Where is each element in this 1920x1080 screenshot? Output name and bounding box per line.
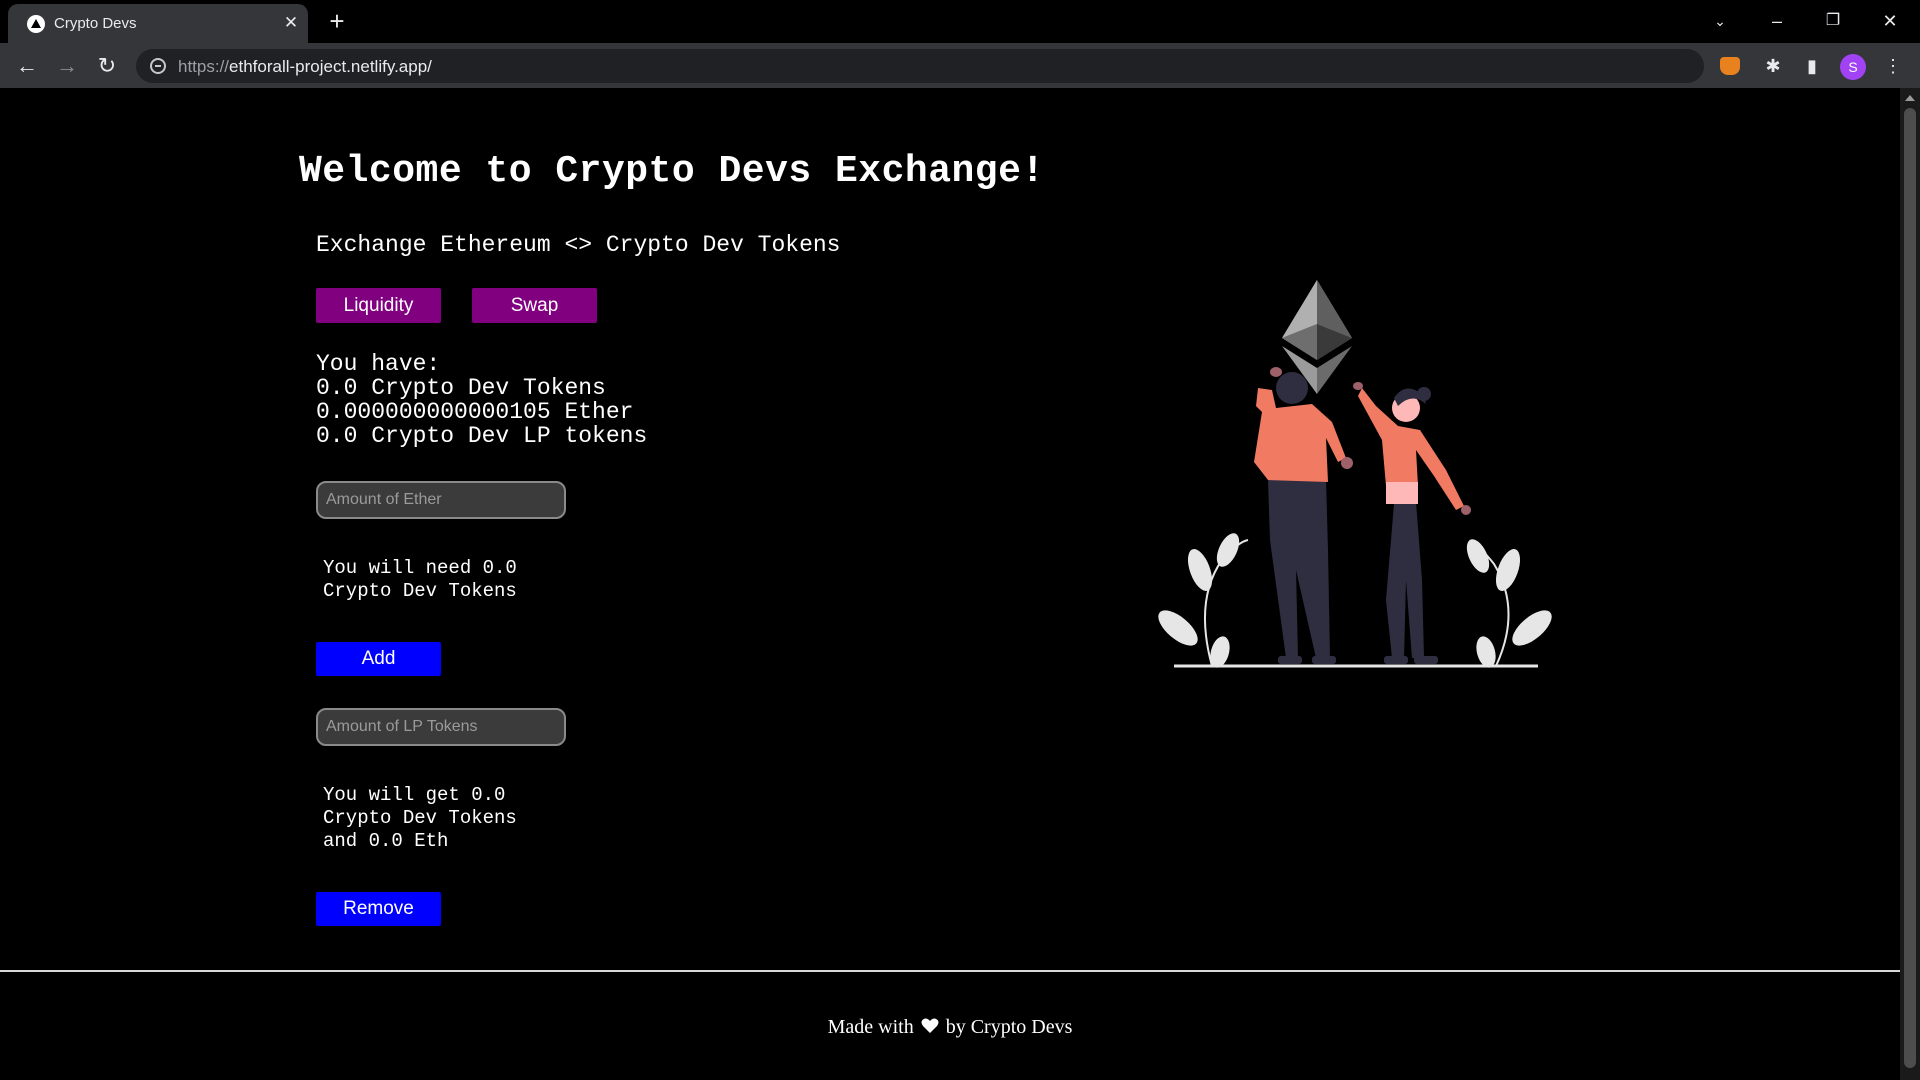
required-tokens-line1: You will need 0.0 <box>323 557 517 579</box>
url-scheme: https:// <box>178 57 230 76</box>
back-icon[interactable]: ← <box>11 50 43 82</box>
close-tab-icon[interactable]: ✕ <box>280 12 302 34</box>
balance-ether: 0.000000000000105 Ether <box>316 399 634 425</box>
remove-liquidity-button[interactable]: Remove <box>316 892 441 926</box>
reload-icon[interactable]: ↻ <box>91 50 123 82</box>
balance-lp-tokens: 0.0 Crypto Dev LP tokens <box>316 423 648 449</box>
site-info-icon[interactable] <box>150 58 166 74</box>
add-liquidity-button[interactable]: Add <box>316 642 441 676</box>
scrollbar-thumb[interactable] <box>1904 108 1916 1068</box>
required-tokens-note: You will need 0.0 Crypto Dev Tokens <box>323 557 517 603</box>
liquidity-tab-button[interactable]: Liquidity <box>316 288 441 323</box>
tab-search-icon[interactable]: ⌄ <box>1700 6 1740 36</box>
person-right-figure <box>1353 382 1471 664</box>
url-host: ethforall-project.netlify.app/ <box>229 57 432 76</box>
profile-avatar[interactable]: S <box>1840 54 1866 80</box>
close-window-icon[interactable]: ✕ <box>1870 6 1910 36</box>
forward-icon[interactable]: → <box>51 50 83 82</box>
balance-heading: You have: <box>316 351 441 377</box>
address-bar[interactable]: https://ethforall-project.netlify.app/ <box>136 49 1704 83</box>
receive-amount-line1: You will get 0.0 <box>323 784 506 806</box>
left-plant-icon <box>1158 533 1249 668</box>
url-text[interactable]: https://ethforall-project.netlify.app/ <box>178 57 432 77</box>
receive-amount-note: You will get 0.0 Crypto Dev Tokens and 0… <box>323 784 517 853</box>
balance-crypto-dev-tokens: 0.0 Crypto Dev Tokens <box>316 375 606 401</box>
footer-divider <box>0 970 1900 972</box>
required-tokens-line2: Crypto Dev Tokens <box>323 580 517 602</box>
favicon-icon <box>27 15 45 33</box>
right-plant-icon <box>1466 539 1552 668</box>
page-viewport: Welcome to Crypto Devs Exchange! Exchang… <box>0 88 1900 1080</box>
side-panel-icon[interactable]: ▮ <box>1797 51 1827 81</box>
browser-toolbar: ← → ↻ https://ethforall-project.netlify.… <box>0 43 1920 88</box>
footer-prefix: Made with <box>827 1016 914 1038</box>
restore-icon[interactable]: ❐ <box>1813 6 1853 36</box>
swap-tab-button[interactable]: Swap <box>472 288 597 323</box>
extensions-puzzle-icon[interactable]: ✱ <box>1758 51 1788 81</box>
browser-tab[interactable]: Crypto Devs ✕ <box>8 4 308 43</box>
heart-icon <box>921 1018 939 1033</box>
person-left-figure <box>1254 367 1353 664</box>
page-title: Welcome to Crypto Devs Exchange! <box>299 150 1045 193</box>
footer: Made with by Crypto Devs <box>0 1016 1900 1039</box>
receive-amount-line2: Crypto Dev Tokens <box>323 807 517 829</box>
minimize-icon[interactable]: – <box>1757 6 1797 36</box>
browser-tab-strip: Crypto Devs ✕ + ⌄ – ❐ ✕ <box>0 0 1920 43</box>
tab-title: Crypto Devs <box>54 15 137 32</box>
scroll-up-arrow-icon[interactable] <box>1905 95 1915 101</box>
page-subtitle: Exchange Ethereum <> Crypto Dev Tokens <box>316 232 841 258</box>
footer-suffix: by Crypto Devs <box>945 1016 1073 1038</box>
balance-panel: You have: 0.0 Crypto Dev Tokens 0.000000… <box>316 352 647 448</box>
browser-menu-icon[interactable]: ⋮ <box>1878 51 1908 81</box>
ether-amount-input[interactable] <box>316 481 566 519</box>
lp-tokens-amount-input[interactable] <box>316 708 566 746</box>
new-tab-icon[interactable]: + <box>322 6 352 36</box>
hero-illustration <box>1158 280 1552 668</box>
metamask-extension-icon[interactable] <box>1720 57 1740 75</box>
receive-amount-line3: and 0.0 Eth <box>323 830 449 852</box>
